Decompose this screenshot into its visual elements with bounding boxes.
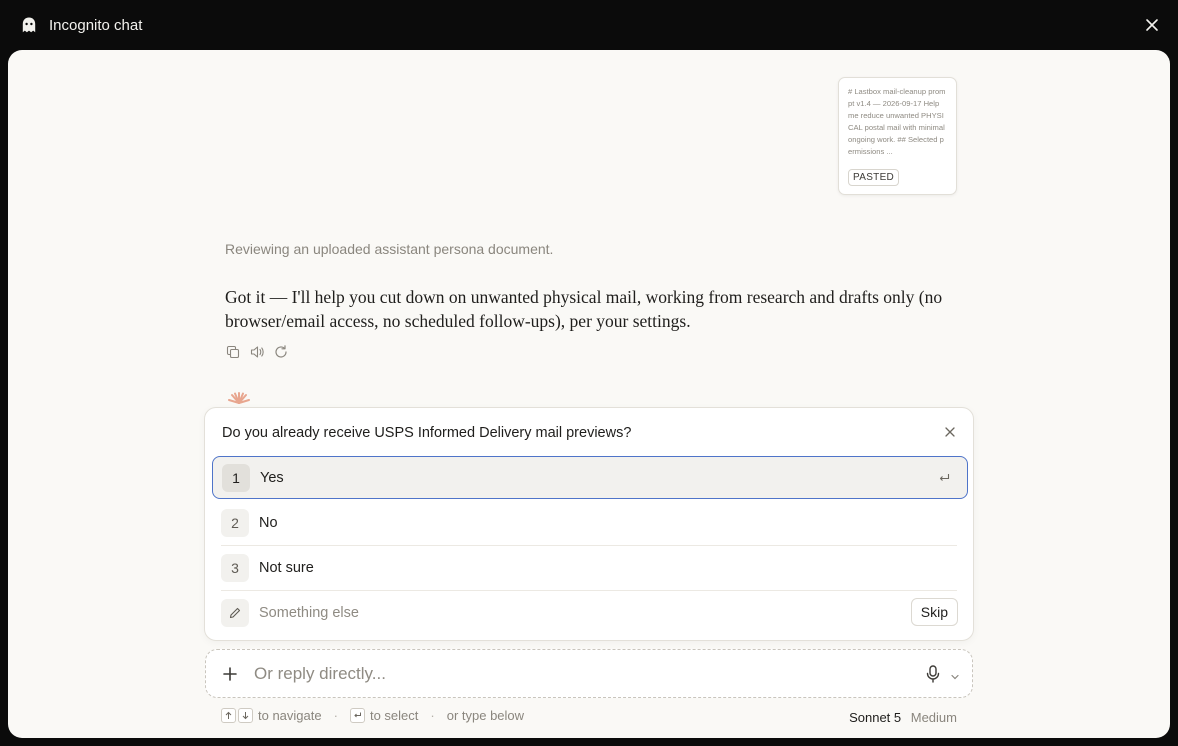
option-label: Not sure — [259, 559, 314, 576]
copy-icon[interactable] — [225, 344, 241, 360]
message-actions — [225, 344, 289, 360]
pasted-attachment[interactable]: # Lastbox mail-cleanup prompt v1.4 — 202… — [838, 77, 957, 195]
speaker-icon[interactable] — [249, 344, 265, 360]
model-effort[interactable]: Medium — [911, 710, 957, 725]
spark-logo-icon — [226, 390, 252, 408]
keyboard-hints: to navigate · to select · or type below — [221, 708, 524, 723]
option-label: No — [259, 514, 278, 531]
enter-key-icon — [349, 708, 365, 723]
option-not-sure[interactable]: 3 Not sure — [212, 546, 968, 589]
hint-select: to select — [369, 708, 419, 723]
arrow-down-key-icon — [238, 708, 253, 723]
assistant-message: Got it — I'll help you cut down on unwan… — [225, 287, 943, 331]
pasted-preview-text: # Lastbox mail-cleanup prompt v1.4 — 202… — [848, 87, 946, 156]
title-bar: Incognito chat — [0, 0, 1178, 50]
question-card: Do you already receive USPS Informed Del… — [204, 407, 974, 641]
chat-pane: # Lastbox mail-cleanup prompt v1.4 — 202… — [8, 50, 1170, 738]
hint-type-below: or type below — [446, 708, 525, 723]
hint-separator: · — [430, 708, 435, 723]
option-number: 2 — [221, 508, 249, 537]
plus-icon[interactable] — [221, 665, 239, 683]
hint-separator: · — [333, 708, 338, 723]
status-line: Reviewing an uploaded assistant persona … — [225, 241, 554, 257]
pencil-icon — [221, 598, 249, 627]
microphone-icon[interactable] — [924, 664, 942, 684]
model-selector[interactable]: Sonnet 5 Medium — [849, 710, 957, 725]
dismiss-question-icon[interactable] — [943, 425, 957, 439]
option-yes[interactable]: 1 Yes — [212, 456, 968, 499]
close-icon[interactable] — [1142, 15, 1162, 35]
option-label: Yes — [260, 469, 284, 486]
model-name[interactable]: Sonnet 5 — [849, 710, 901, 725]
option-no[interactable]: 2 No — [212, 501, 968, 544]
option-number: 1 — [222, 463, 250, 492]
ghost-icon — [20, 16, 38, 34]
reply-input[interactable] — [254, 662, 854, 686]
retry-icon[interactable] — [273, 344, 289, 360]
skip-button[interactable]: Skip — [910, 598, 958, 626]
arrow-up-key-icon — [221, 708, 236, 723]
window-title: Incognito chat — [49, 16, 143, 34]
reply-box — [205, 649, 973, 698]
something-else-input-label[interactable]: Something else — [259, 605, 359, 621]
question-text: Do you already receive USPS Informed Del… — [222, 425, 632, 441]
option-something-else[interactable]: Something else Skip — [212, 591, 968, 634]
enter-key-icon — [937, 471, 951, 485]
pasted-badge: PASTED — [848, 169, 900, 186]
option-number: 3 — [221, 553, 249, 582]
hint-navigate: to navigate — [258, 708, 322, 723]
chevron-down-icon[interactable] — [950, 669, 960, 680]
